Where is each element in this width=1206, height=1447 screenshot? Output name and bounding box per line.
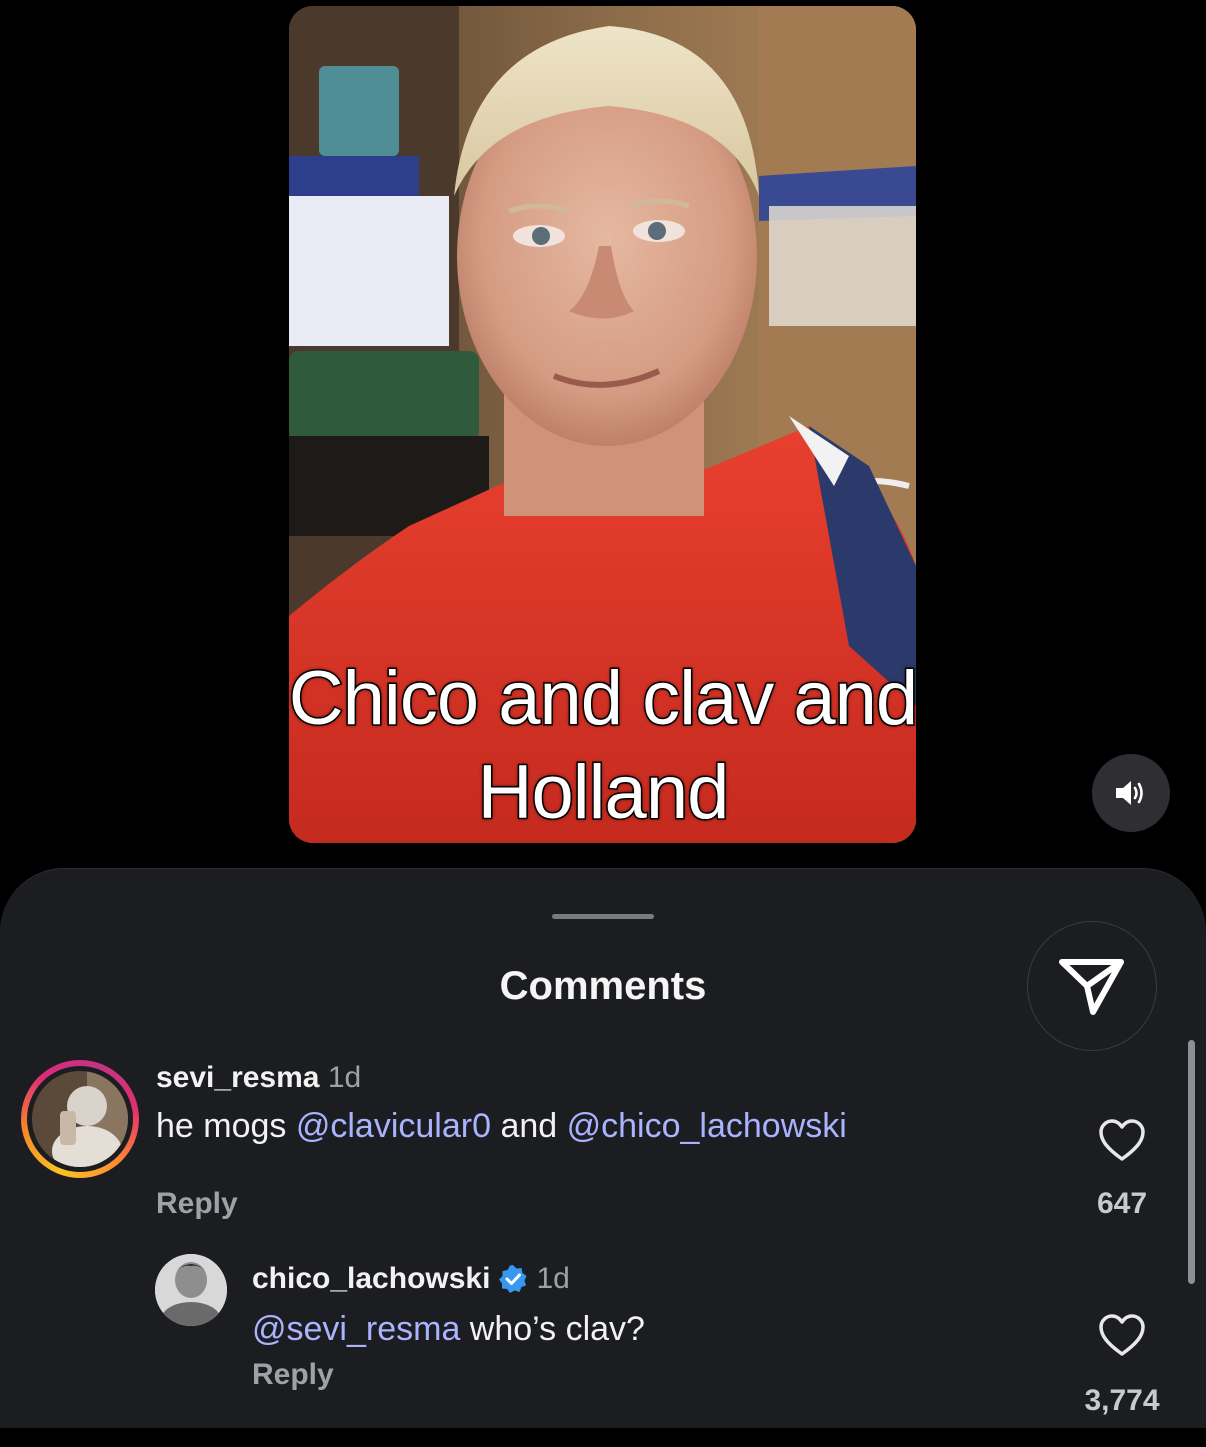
speaker-on-icon [1116,781,1143,805]
avatar[interactable] [155,1254,227,1326]
send-icon [1059,959,1124,1015]
avatar[interactable] [32,1071,128,1167]
comment-time: 1d [536,1262,570,1295]
heart-icon[interactable] [1098,1314,1146,1358]
drag-handle[interactable] [552,914,654,919]
reply-button[interactable]: Reply [252,1358,334,1392]
mention-link[interactable]: @clavicular0 [296,1107,491,1145]
video-caption: Chico and clav and Holland [150,652,1056,840]
comment-text: who’s clav? [460,1310,645,1348]
verified-badge-icon [499,1265,527,1293]
avatar-image [155,1254,227,1326]
comment-username[interactable]: chico_lachowski [252,1262,490,1296]
reply-comment-item: chico_lachowski 1d @sevi_resma who’s cla… [0,1254,1206,1417]
heart-icon[interactable] [1098,1119,1146,1163]
comments-sheet: Comments sevi_resma 1d he mogs @clavicul… [0,868,1206,1429]
comment-header: sevi_resma 1d [156,1061,361,1095]
comment-username[interactable]: sevi_resma [156,1061,319,1094]
like-count: 647 [1096,1187,1148,1220]
caption-line-2: Holland [476,749,731,837]
mention-link[interactable]: @chico_lachowski [567,1107,847,1145]
comments-title: Comments [499,964,707,1008]
comment-header: chico_lachowski 1d [252,1262,570,1296]
bottom-edge [0,1428,1206,1447]
avatar-image [32,1071,128,1167]
mention-link[interactable]: @sevi_resma [252,1310,460,1348]
comment-text: he mogs [156,1107,296,1145]
like-count: 3,774 [1084,1384,1160,1417]
share-button[interactable] [1027,921,1157,1051]
comment-text: and [491,1107,567,1145]
comment-time: 1d [327,1061,362,1094]
caption-line-1: Chico and clav and [287,655,919,743]
comment-body: @sevi_resma who’s clav? [252,1310,645,1349]
comment-item: sevi_resma 1d he mogs @clavicular0 and @… [0,1059,1206,1221]
volume-button[interactable] [1092,754,1170,832]
comment-body: he mogs @clavicular0 and @chico_lachowsk… [156,1107,847,1146]
reply-button[interactable]: Reply [156,1187,238,1221]
